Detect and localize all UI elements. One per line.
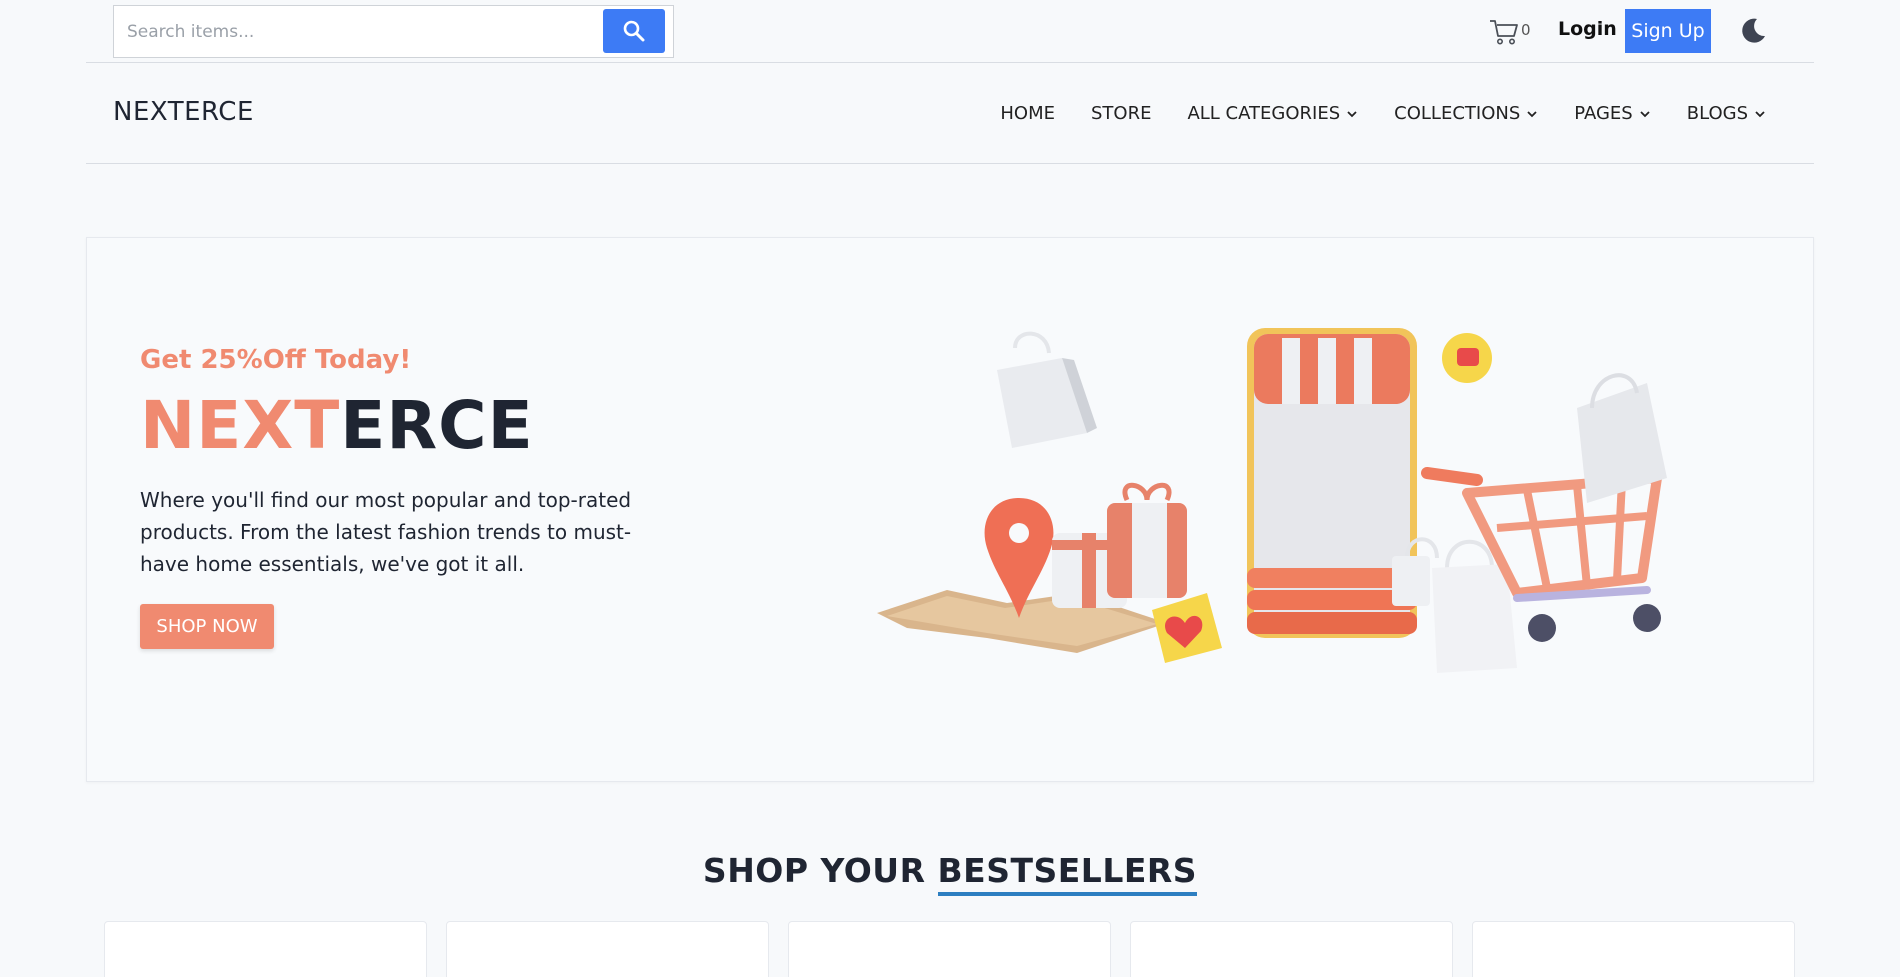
login-link[interactable]: Login xyxy=(1558,18,1617,40)
search-icon xyxy=(623,20,645,42)
nav-item-label: ALL CATEGORIES xyxy=(1187,103,1341,124)
cart-button[interactable]: 0 xyxy=(1489,16,1531,46)
search-box xyxy=(113,5,674,58)
top-bar: 0 Login Sign Up xyxy=(86,0,1814,63)
nav-item-label: PAGES xyxy=(1574,103,1633,124)
brand-logo[interactable]: NEXTERCE xyxy=(113,97,254,127)
moon-icon xyxy=(1742,18,1765,43)
product-card[interactable] xyxy=(1130,921,1453,977)
signup-button[interactable]: Sign Up xyxy=(1625,9,1711,53)
product-card[interactable] xyxy=(788,921,1111,977)
nav-item-store[interactable]: STORE xyxy=(1091,103,1151,124)
bestsellers-heading-part2: BESTSELLERS xyxy=(937,851,1198,896)
theme-toggle[interactable] xyxy=(1738,16,1768,50)
nav-item-label: COLLECTIONS xyxy=(1394,103,1521,124)
bestsellers-heading-part1: SHOP YOUR xyxy=(702,851,938,890)
cart-count: 0 xyxy=(1521,21,1531,39)
hero-title: NEXTERCE xyxy=(140,393,534,459)
nav-item-label: STORE xyxy=(1091,103,1152,124)
product-card[interactable] xyxy=(446,921,769,977)
hero-title-rest: ERCE xyxy=(340,387,534,464)
chevron-down-icon xyxy=(1755,110,1765,117)
main-navbar: NEXTERCE HOME STORE ALL CATEGORIES COLLE… xyxy=(86,63,1814,164)
nav-item-label: HOME xyxy=(1000,103,1055,124)
shop-now-button[interactable]: SHOP NOW xyxy=(140,604,274,649)
nav-item-pages[interactable]: PAGES xyxy=(1574,103,1650,124)
cart-icon xyxy=(1490,20,1518,45)
nav-item-home[interactable]: HOME xyxy=(1000,103,1055,124)
bestsellers-grid xyxy=(104,921,1795,977)
search-button[interactable] xyxy=(603,9,665,53)
main-nav: HOME STORE ALL CATEGORIES COLLECTIONS PA… xyxy=(1000,103,1766,124)
promo-text: Get 25%Off Today! xyxy=(140,345,412,375)
product-card[interactable] xyxy=(104,921,427,977)
hero-title-accent: NEXT xyxy=(140,387,341,464)
nav-item-all-categories[interactable]: ALL CATEGORIES xyxy=(1187,103,1358,124)
chevron-down-icon xyxy=(1527,110,1537,117)
chevron-down-icon xyxy=(1640,110,1650,117)
nav-item-blogs[interactable]: BLOGS xyxy=(1687,103,1766,124)
search-input[interactable] xyxy=(114,6,594,57)
shopping-illustration xyxy=(877,328,1667,673)
chevron-down-icon xyxy=(1347,110,1357,117)
product-card[interactable] xyxy=(1472,921,1795,977)
hero-banner: Get 25%Off Today! NEXTERCE Where you'll … xyxy=(86,237,1814,782)
nav-item-label: BLOGS xyxy=(1686,103,1748,124)
hero-description: Where you'll find our most popular and t… xyxy=(140,488,632,576)
bestsellers-heading: SHOP YOUR BESTSELLERS xyxy=(0,851,1900,896)
nav-item-collections[interactable]: COLLECTIONS xyxy=(1394,103,1538,124)
